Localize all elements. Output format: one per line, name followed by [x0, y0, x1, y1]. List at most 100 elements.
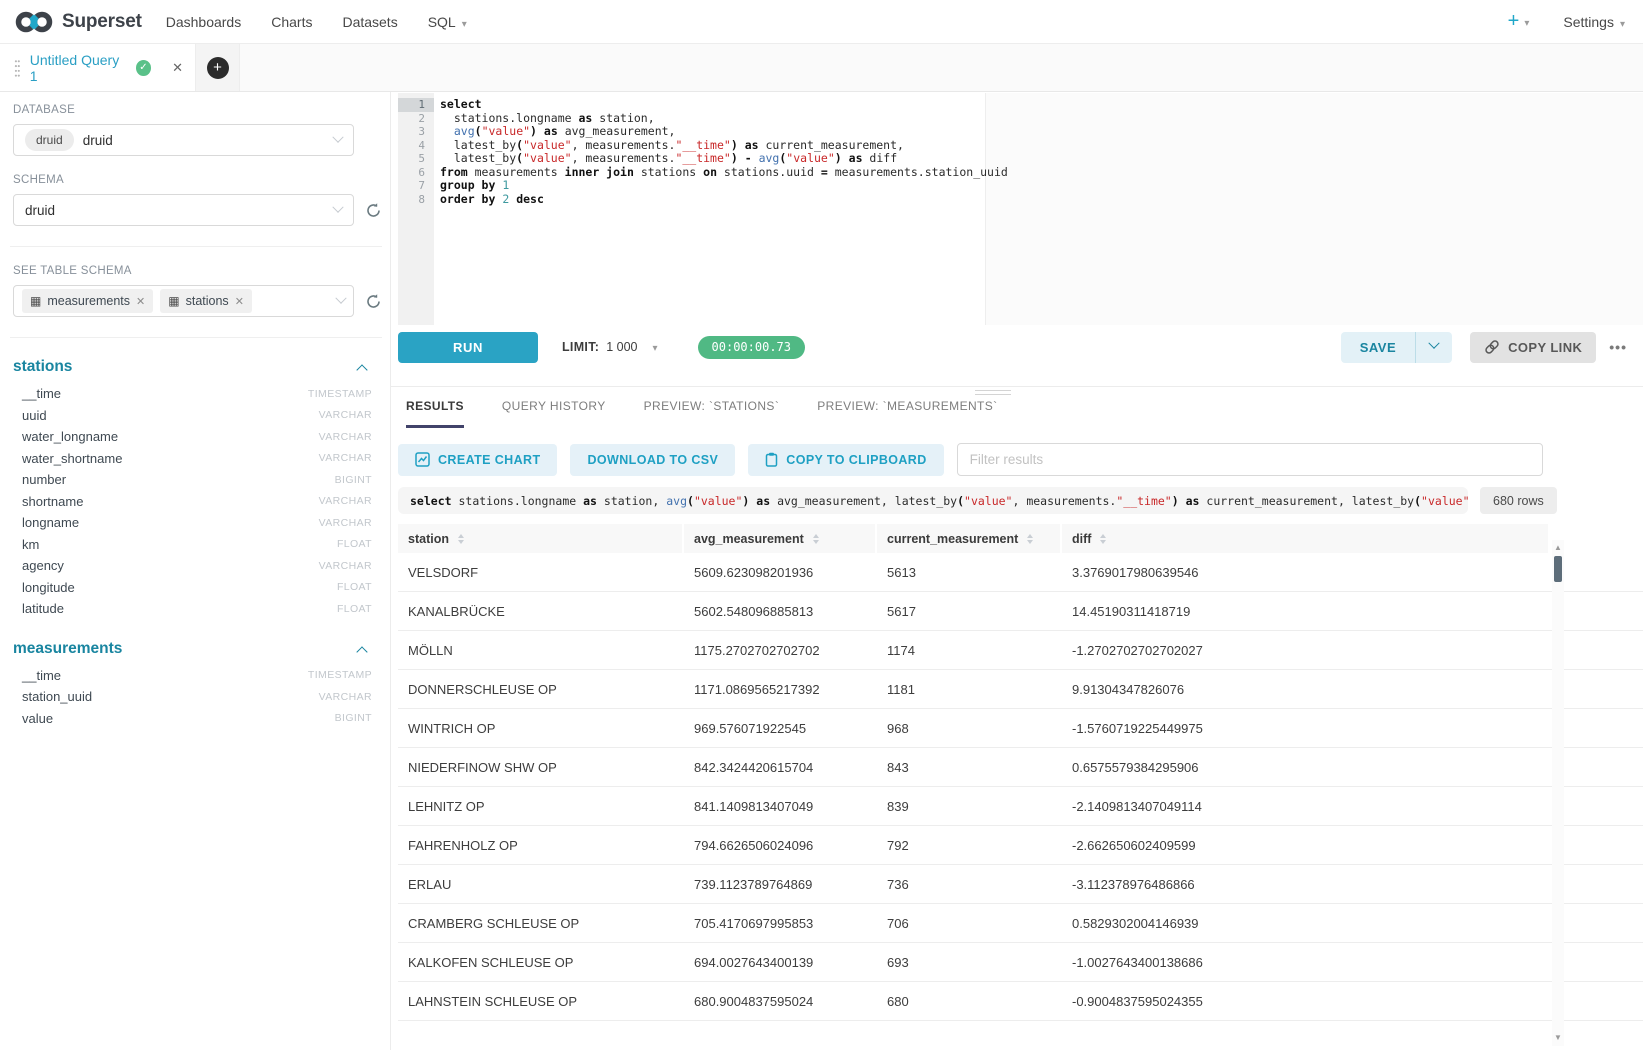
table-cell: 739.1123789764869 [684, 865, 875, 903]
code-line[interactable]: group by 1 [440, 179, 1643, 193]
table-cell: 680.9004837595024 [684, 982, 875, 1020]
save-button[interactable]: SAVE [1341, 332, 1415, 363]
schema-column-row: numberBIGINT [13, 469, 374, 491]
scroll-down-icon[interactable] [1552, 1032, 1564, 1044]
table-cell: 1171.0869565217392 [684, 670, 875, 708]
nav-item-dashboards[interactable]: Dashboards [166, 14, 242, 30]
scrollbar-thumb[interactable] [1554, 556, 1562, 582]
table-cell: 694.0027643400139 [684, 943, 875, 981]
nav-item-charts[interactable]: Charts [271, 14, 312, 30]
schema-table-measurements[interactable]: measurements [13, 640, 374, 658]
chevron-down-icon [1428, 337, 1439, 348]
results-tab-results[interactable]: RESULTS [406, 399, 464, 428]
code-token: select [440, 97, 482, 111]
sql-editor[interactable]: 12345678 select stations.longname as sta… [398, 93, 1643, 325]
more-actions-button[interactable]: ••• [1609, 339, 1627, 355]
code-line[interactable]: latest_by("value", measurements."__time"… [440, 139, 1643, 153]
superset-infinity-icon [14, 9, 54, 35]
code-line[interactable]: stations.longname as station, [440, 112, 1643, 126]
code-line[interactable]: select [440, 98, 1643, 112]
database-select[interactable]: druid druid [13, 124, 354, 156]
table-cell: 1181 [877, 670, 1060, 708]
superset-logo[interactable]: Superset [14, 9, 142, 35]
code-line[interactable]: latest_by("value", measurements."__time"… [440, 152, 1643, 166]
refresh-icon [365, 202, 382, 219]
code-line[interactable]: from measurements inner join stations on… [440, 166, 1643, 180]
close-tab-icon[interactable] [172, 60, 183, 76]
table-cell: 843 [877, 748, 1060, 786]
chevron-down-icon [1524, 13, 1529, 31]
column-type: FLOAT [337, 538, 372, 550]
table-cell: 0.5829302004146939 [1062, 904, 1548, 942]
code-token: as [544, 124, 558, 138]
column-type: VARCHAR [319, 495, 372, 507]
drag-grip-icon[interactable] [14, 58, 21, 78]
navbar-right: Settings [1508, 11, 1625, 32]
column-header-current-measurement[interactable]: current_measurement [877, 524, 1060, 553]
code-token [749, 494, 756, 508]
schema-column-row: latitudeFLOAT [13, 598, 374, 620]
table-chip-stations[interactable]: stations [160, 289, 252, 313]
add-tab-button[interactable] [196, 44, 240, 91]
collapse-icon[interactable] [356, 364, 367, 375]
run-button[interactable]: RUN [398, 332, 538, 363]
save-dropdown-button[interactable] [1416, 332, 1452, 363]
copy-link-button[interactable]: COPY LINK [1470, 332, 1596, 363]
schema-column-row: uuidVARCHAR [13, 405, 374, 427]
table-schema-select[interactable]: measurements stations [13, 285, 354, 317]
table-cell: 841.1409813407049 [684, 787, 875, 825]
results-tab-preview-stations[interactable]: PREVIEW: `STATIONS` [644, 399, 780, 428]
tab-title[interactable]: Untitled Query 1 [30, 52, 127, 84]
table-cell: 14.45190311418719 [1062, 592, 1548, 630]
column-header-diff[interactable]: diff [1062, 524, 1548, 553]
column-header-label: station [408, 532, 449, 546]
sort-asc-icon [1027, 534, 1033, 538]
table-chip-measurements[interactable]: measurements [22, 289, 153, 313]
add-tab-plus-icon [207, 57, 229, 79]
remove-chip-icon[interactable] [136, 295, 145, 308]
schema-table-stations[interactable]: stations [13, 358, 374, 376]
schema-column-row: station_uuidVARCHAR [13, 686, 374, 708]
settings-menu[interactable]: Settings [1563, 14, 1625, 30]
table-cell: -0.9004837595024355 [1062, 982, 1548, 1020]
copy-to-clipboard-button[interactable]: COPY TO CLIPBOARD [748, 444, 943, 476]
results-tab-preview-measurements[interactable]: PREVIEW: `MEASUREMENTS` [817, 399, 997, 428]
editor-code[interactable]: select stations.longname as station, avg… [440, 93, 1643, 206]
column-name: longitude [22, 580, 75, 595]
pane-resize-handle[interactable] [975, 390, 1011, 398]
new-item-dropdown[interactable] [1508, 11, 1530, 32]
column-type: BIGINT [335, 474, 372, 486]
remove-chip-icon[interactable] [235, 295, 244, 308]
chart-icon [415, 452, 430, 467]
nav-item-datasets[interactable]: Datasets [342, 14, 397, 30]
chevron-down-icon [645, 338, 658, 356]
schema-column-row: longitudeFLOAT [13, 577, 374, 599]
column-type: VARCHAR [319, 431, 372, 443]
results-tab-query-history[interactable]: QUERY HISTORY [502, 399, 606, 428]
column-header-station[interactable]: station [398, 524, 682, 553]
create-chart-button[interactable]: CREATE CHART [398, 444, 557, 476]
limit-dropdown[interactable]: LIMIT: 1 000 [562, 338, 658, 356]
clipboard-icon [765, 452, 778, 467]
brand-name: Superset [62, 11, 142, 33]
code-line[interactable]: avg("value") as avg_measurement, [440, 125, 1643, 139]
collapse-icon[interactable] [356, 646, 367, 657]
filter-results-input[interactable] [957, 443, 1543, 476]
scroll-up-icon[interactable] [1552, 542, 1564, 554]
download-to-csv-button[interactable]: DOWNLOAD TO CSV [570, 444, 735, 476]
code-token: stations.longname [440, 111, 578, 125]
code-line[interactable]: order by 2 desc [440, 193, 1643, 207]
results-scrollbar[interactable] [1552, 540, 1564, 1046]
schema-select[interactable]: druid [13, 194, 354, 226]
plus-icon [1508, 11, 1520, 32]
table-cell: 5617 [877, 592, 1060, 630]
refresh-tables-button[interactable] [365, 293, 382, 310]
tab-untitled-query[interactable]: Untitled Query 1 [0, 44, 196, 91]
column-header-avg-measurement[interactable]: avg_measurement [684, 524, 875, 553]
column-name: agency [22, 558, 64, 573]
code-token: stations [634, 165, 703, 179]
nav-item-sql[interactable]: SQL [428, 14, 467, 30]
refresh-schema-button[interactable] [365, 202, 382, 219]
table-cell: KALKOFEN SCHLEUSE OP [398, 943, 682, 981]
code-token: ) [835, 151, 842, 165]
